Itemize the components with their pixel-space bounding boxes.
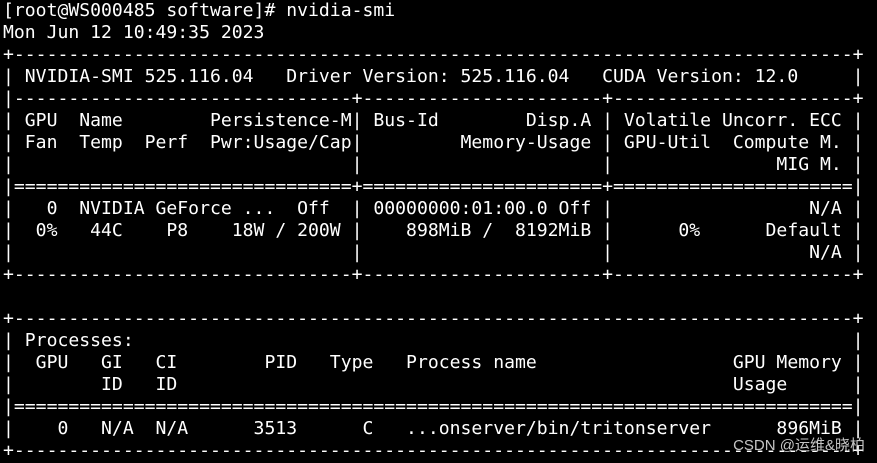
processes-header-separator: |=======================================… bbox=[3, 396, 864, 417]
smi-header-row-2: | Fan Temp Perf Pwr:Usage/Cap| Memory-Us… bbox=[3, 132, 864, 153]
smi-header-row-1: | GPU Name Persistence-M| Bus-Id Disp.A … bbox=[3, 110, 864, 131]
gpu-row-2: | 0% 44C P8 18W / 200W | 898MiB / 8192Mi… bbox=[3, 220, 864, 241]
gpu-row-1: | 0 NVIDIA GeForce ... Off | 00000000:01… bbox=[3, 198, 864, 219]
smi-header-separator: |===============================+=======… bbox=[3, 176, 864, 197]
smi-gpu-border-bottom: +-------------------------------+-------… bbox=[3, 264, 864, 285]
smi-border-top: +---------------------------------------… bbox=[3, 44, 864, 65]
date-time-line: Mon Jun 12 10:49:35 2023 bbox=[3, 22, 265, 43]
gpu-row-3: | | | N/A | bbox=[3, 242, 864, 263]
terminal-window[interactable]: [root@WS000485 software]# nvidia-smi Mon… bbox=[0, 0, 877, 463]
processes-header-row-2: | ID ID Usage | bbox=[3, 374, 864, 395]
processes-title: | Processes: | bbox=[3, 330, 864, 351]
csdn-watermark: CSDN @运维&晓柏 bbox=[733, 437, 865, 454]
command-prompt-line: [root@WS000485 software]# nvidia-smi bbox=[3, 0, 396, 21]
smi-header-divider: |-------------------------------+-------… bbox=[3, 88, 864, 109]
processes-header-row-1: | GPU GI CI PID Type Process name GPU Me… bbox=[3, 352, 864, 373]
smi-header-row-3: | | | MIG M. | bbox=[3, 154, 864, 175]
processes-border-top: +---------------------------------------… bbox=[3, 308, 864, 329]
smi-version-line: | NVIDIA-SMI 525.116.04 Driver Version: … bbox=[3, 66, 864, 87]
